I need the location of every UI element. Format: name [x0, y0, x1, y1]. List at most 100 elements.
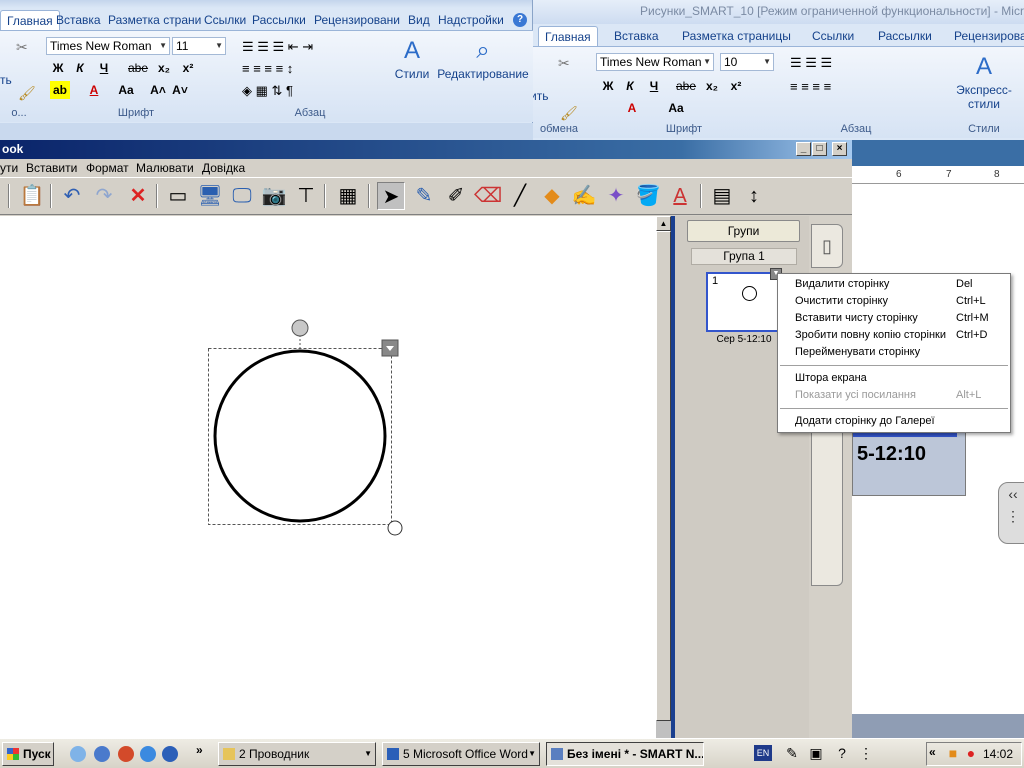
undo-icon[interactable]: ↶: [58, 182, 86, 210]
underline-button[interactable]: Ч: [94, 59, 114, 77]
menu-delete-page[interactable]: Видалити сторінку Del: [778, 276, 1010, 293]
menu-help[interactable]: Довідка: [202, 159, 245, 177]
highlight-icon[interactable]: ab: [50, 81, 70, 99]
italic-button[interactable]: К: [70, 59, 90, 77]
grow-font-icon[interactable]: A˄: [148, 81, 168, 99]
horizontal-ruler[interactable]: 6 7 8: [852, 166, 1024, 184]
strike-button[interactable]: abe: [676, 77, 696, 95]
tray-display-icon[interactable]: ▣: [808, 745, 824, 761]
font-size-combo[interactable]: 11 ▼: [172, 37, 226, 55]
group-label[interactable]: Група 1: [691, 248, 797, 265]
move-toolbar-icon[interactable]: ↕: [740, 182, 768, 210]
bold-button[interactable]: Ж: [48, 59, 68, 77]
format-painter-icon[interactable]: 🖌: [560, 105, 578, 122]
eraser-icon[interactable]: ⌫: [474, 182, 502, 210]
quicklaunch-icon-2[interactable]: [94, 746, 110, 762]
document-camera-icon[interactable]: ⊤: [292, 182, 320, 210]
delete-icon[interactable]: ✕: [124, 182, 152, 210]
tab-insert[interactable]: Вставка: [56, 10, 101, 30]
subscript-button[interactable]: x₂: [702, 77, 722, 95]
tray-expand-icon[interactable]: «: [929, 745, 936, 759]
menu-insert[interactable]: Вставити: [26, 159, 77, 177]
table-icon[interactable]: ▦: [334, 182, 362, 210]
page-sorter-tab[interactable]: ▯: [811, 224, 843, 268]
word-bg-font-name[interactable]: Times New Roman ▼: [596, 53, 714, 71]
superscript-button[interactable]: x²: [178, 59, 198, 77]
close-button[interactable]: ×: [832, 142, 847, 156]
language-indicator[interactable]: EN: [754, 745, 772, 761]
redo-icon[interactable]: ↷: [90, 182, 118, 210]
tray-app-icon-1[interactable]: ■: [945, 745, 961, 761]
help-icon[interactable]: ?: [513, 13, 527, 27]
lists-icons[interactable]: ☰ ☰ ☰ ⇤ ⇥: [242, 39, 313, 55]
resize-handle[interactable]: [387, 520, 403, 536]
canvas-scrollbar[interactable]: ▲: [656, 216, 671, 738]
scroll-up-arrow[interactable]: ▲: [656, 216, 671, 231]
magic-pen-icon[interactable]: ✦: [602, 182, 630, 210]
font-color-icon[interactable]: A: [622, 99, 642, 117]
case-button[interactable]: Aa: [666, 99, 686, 117]
scissors-icon[interactable]: ✂: [16, 39, 28, 56]
tab-addins[interactable]: Надстройки: [438, 10, 504, 30]
menu-insert-blank-page[interactable]: Вставити чисту сторінку Ctrl+M: [778, 310, 1010, 327]
subscript-button[interactable]: x₂: [154, 59, 174, 77]
select-arrow-icon[interactable]: ➤: [377, 182, 405, 210]
start-button[interactable]: Пуск: [2, 742, 54, 766]
text-icon[interactable]: A: [666, 182, 694, 210]
notebook-canvas[interactable]: [0, 216, 656, 738]
circle-shape[interactable]: [213, 349, 387, 523]
format-painter-icon[interactable]: 🖌: [18, 85, 36, 102]
projector-icon[interactable]: 🖵: [228, 182, 256, 210]
styles-button[interactable]: A Стили: [392, 37, 432, 81]
shrink-font-icon[interactable]: A˅: [170, 81, 190, 99]
tab-review[interactable]: Рецензировани: [314, 10, 400, 30]
ie-icon[interactable]: [140, 746, 156, 762]
menu-rename-page[interactable]: Перейменувати сторінку: [778, 344, 1010, 361]
bold-button[interactable]: Ж: [598, 77, 618, 95]
word-bg-tab-home[interactable]: Главная: [538, 26, 598, 46]
properties-icon[interactable]: ▤: [708, 182, 736, 210]
word-bg-font-size[interactable]: 10 ▼: [720, 53, 774, 71]
task-explorer[interactable]: 2 Проводник ▼: [218, 742, 376, 766]
tab-mailings[interactable]: Рассылки: [252, 10, 306, 30]
tab-layout[interactable]: Разметка страни: [108, 10, 201, 30]
word-bg-tab-review[interactable]: Рецензирование: [954, 26, 1024, 46]
creative-pen-icon[interactable]: ✐: [442, 182, 470, 210]
task-notebook[interactable]: Без імені * - SMART N...: [546, 742, 704, 766]
editing-button[interactable]: ⌕ Редактирование: [436, 37, 530, 81]
superscript-button[interactable]: x²: [726, 77, 746, 95]
menu-screen-shade[interactable]: Штора екрана: [778, 370, 1010, 387]
scissors-icon[interactable]: ✂: [558, 55, 570, 72]
tab-home[interactable]: Главная: [0, 10, 60, 30]
font-color-icon[interactable]: A: [84, 81, 104, 99]
express-styles-button[interactable]: A Экспресс-стили: [944, 53, 1024, 111]
menu-format[interactable]: Формат: [86, 159, 129, 177]
quicklaunch-icon-3[interactable]: [118, 746, 134, 762]
align-icons[interactable]: ≡ ≡ ≡ ≡ ↕: [242, 61, 293, 76]
paste-icon[interactable]: 📋: [18, 182, 46, 210]
shape-pen-icon[interactable]: ✍: [570, 182, 598, 210]
word-bg-tab-layout[interactable]: Разметка страницы: [682, 26, 791, 46]
minimize-button[interactable]: _: [796, 142, 811, 156]
italic-button[interactable]: К: [620, 77, 640, 95]
tray-app-icon-2[interactable]: ●: [963, 745, 979, 761]
media-player-icon[interactable]: [162, 746, 178, 762]
case-button[interactable]: Aa: [116, 81, 136, 99]
font-name-combo[interactable]: Times New Roman ▼: [46, 37, 170, 55]
menu-clone-page[interactable]: Зробити повну копію сторінки Ctrl+D: [778, 327, 1010, 344]
underline-button[interactable]: Ч: [644, 77, 664, 95]
menu-draw[interactable]: Малювати: [136, 159, 194, 177]
word-bg-tab-refs[interactable]: Ссылки: [812, 26, 854, 46]
tray-help-icon[interactable]: ?: [834, 745, 850, 761]
shapes-icon[interactable]: ◆: [538, 182, 566, 210]
menu-file[interactable]: ути: [0, 159, 18, 177]
scroll-thumb[interactable]: [656, 231, 671, 721]
page-thumbnail[interactable]: 1: [706, 272, 780, 332]
tray-more-icon[interactable]: ⋮: [858, 745, 874, 761]
word-bg-tab-mailings[interactable]: Рассылки: [878, 26, 932, 46]
word-bg-tab-insert[interactable]: Вставка: [614, 26, 659, 46]
fill-icon[interactable]: 🪣: [634, 182, 662, 210]
camera-icon[interactable]: 📷: [260, 182, 288, 210]
screen-shade-icon[interactable]: ▭: [164, 182, 192, 210]
gallery-tab[interactable]: [811, 406, 843, 586]
